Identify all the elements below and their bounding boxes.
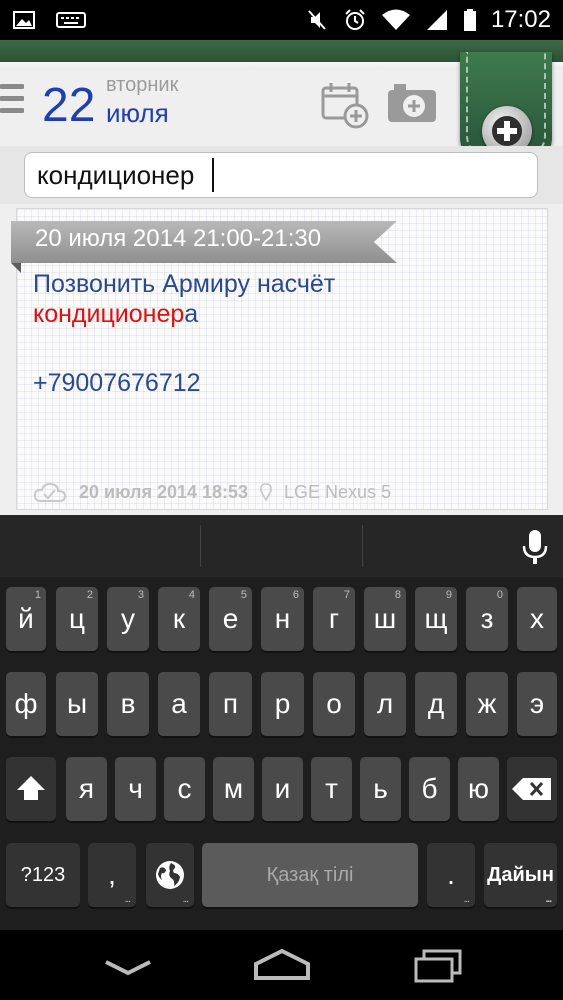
globe-icon (156, 861, 184, 889)
key-г[interactable]: 7г (313, 587, 355, 651)
key-у[interactable]: 3у (107, 587, 149, 651)
note-footer: 20 июля 2014 18:53 LGE Nexus 5 (33, 481, 391, 503)
key-й[interactable]: 1й (6, 587, 46, 651)
key-з[interactable]: 0з (466, 587, 508, 651)
key-ф[interactable]: ф (6, 672, 46, 736)
key-ю[interactable]: ю (458, 757, 499, 821)
hide-keyboard-icon[interactable] (104, 960, 152, 976)
key-я[interactable]: я (66, 757, 107, 821)
key-к[interactable]: 4к (158, 587, 200, 651)
period-key[interactable]: .... (427, 843, 475, 907)
note-body: Позвонить Армиру насчёт кондиционера (33, 269, 533, 329)
search-highlight: кондиционер (33, 300, 185, 328)
keyboard-icon (56, 12, 86, 28)
weekday-label: вторник (106, 74, 179, 96)
note-device: LGE Nexus 5 (284, 481, 392, 502)
text-cursor (212, 158, 214, 192)
note-text-line: Позвонить Армиру насчёт (33, 270, 336, 298)
key-д[interactable]: д (415, 672, 457, 736)
key-н[interactable]: 6н (261, 587, 304, 651)
recent-apps-icon[interactable] (412, 948, 464, 984)
key-ч[interactable]: ч (115, 757, 156, 821)
location-pin-icon (260, 483, 272, 501)
key-т[interactable]: т (311, 757, 352, 821)
diary-app: 22 вторник июля кондиционер 20 июля 2014… (0, 40, 563, 515)
key-п[interactable]: п (209, 672, 252, 736)
alarm-icon (345, 9, 365, 30)
key-ж[interactable]: ж (466, 672, 508, 736)
shift-arrow-icon (17, 776, 45, 800)
month-label: июля (106, 98, 169, 128)
navigation-bar (0, 930, 563, 1000)
home-icon[interactable] (252, 948, 312, 982)
shift-key[interactable] (6, 757, 56, 821)
key-а[interactable]: а (158, 672, 200, 736)
backspace-icon (512, 778, 551, 800)
key-ь[interactable]: ь (360, 757, 401, 821)
microphone-icon[interactable] (522, 529, 548, 565)
key-х[interactable]: х (517, 587, 557, 651)
backspace-key[interactable] (507, 757, 557, 821)
key-э[interactable]: э (517, 672, 557, 736)
done-key[interactable]: Дайын... (484, 843, 557, 907)
key-ш[interactable]: 8ш (364, 587, 406, 651)
clock: 17:02 (490, 6, 551, 33)
key-р[interactable]: р (261, 672, 304, 736)
add-event-calendar-icon[interactable] (320, 80, 370, 130)
space-key[interactable]: Қазақ тілі (202, 843, 418, 907)
key-ц[interactable]: 2ц (56, 587, 98, 651)
comma-key[interactable]: ,... (88, 843, 136, 907)
key-в[interactable]: в (107, 672, 149, 736)
key-л[interactable]: л (364, 672, 406, 736)
key-о[interactable]: о (313, 672, 355, 736)
key-щ[interactable]: 9щ (415, 587, 457, 651)
battery-icon (463, 9, 476, 31)
add-photo-camera-icon[interactable] (386, 80, 438, 126)
suggestion-strip (0, 515, 563, 577)
cloud-sync-icon (33, 482, 67, 502)
date-header: 22 вторник июля (0, 52, 563, 164)
note-text-rest: а (184, 300, 199, 328)
language-key[interactable]: ... (146, 843, 194, 907)
mute-icon (308, 10, 326, 30)
image-icon (13, 11, 35, 29)
key-и[interactable]: и (262, 757, 303, 821)
key-ы[interactable]: ы (56, 672, 98, 736)
symbols-key[interactable]: ?123 (6, 843, 80, 907)
key-м[interactable]: м (213, 757, 254, 821)
key-е[interactable]: 5е (209, 587, 252, 651)
signal-icon (426, 10, 447, 30)
key-б[interactable]: б (409, 757, 450, 821)
search-input[interactable] (24, 152, 538, 198)
key-с[interactable]: с (164, 757, 205, 821)
status-bar: 17:02 (0, 0, 563, 40)
search-bar (0, 146, 563, 204)
note-saved-time: 20 июля 2014 18:53 (79, 481, 249, 502)
day-number[interactable]: 22 (42, 76, 95, 136)
note-date-range: 20 июля 2014 21:00-21:30 (35, 225, 322, 252)
note-phone[interactable]: +79007676712 (33, 369, 201, 398)
menu-icon[interactable] (0, 84, 24, 128)
soft-keyboard: 1й 2ц 3у 4к 5е 6н 7г 8ш 9щ 0з х ф ы в а … (0, 515, 563, 930)
note-card[interactable]: 20 июля 2014 21:00-21:30 Позвонить Армир… (11, 208, 548, 510)
wifi-icon (381, 9, 410, 30)
